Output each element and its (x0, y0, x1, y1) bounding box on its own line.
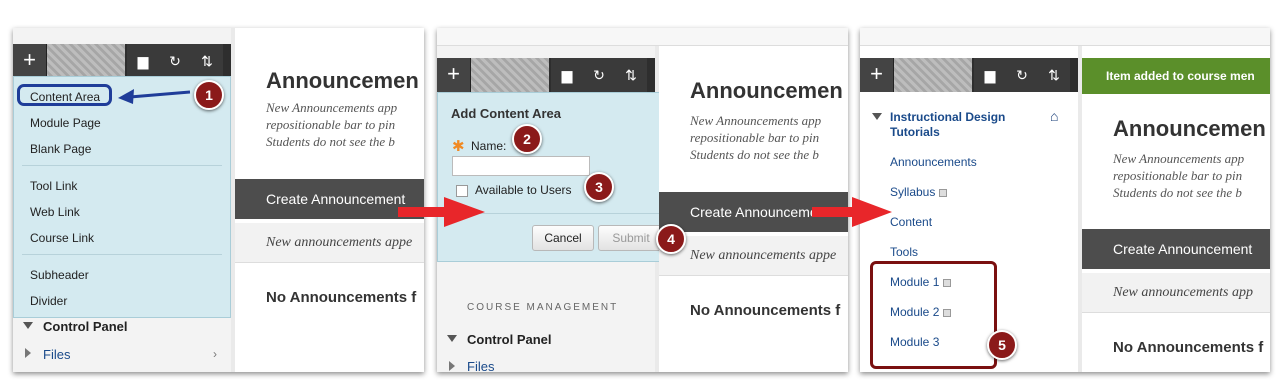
step-2-callout: 2 (512, 124, 542, 154)
arrow-to-content-area-icon (118, 89, 191, 104)
step-3-callout: 3 (584, 172, 614, 202)
step-4-callout: 4 (656, 224, 686, 254)
arrow-panel1-to-panel2-icon (398, 197, 485, 227)
step-1-callout: 1 (194, 80, 224, 110)
arrow-panel2-to-panel3-icon (812, 197, 892, 227)
annotation-overlay (118, 89, 892, 227)
step-5-callout: 5 (987, 330, 1017, 360)
